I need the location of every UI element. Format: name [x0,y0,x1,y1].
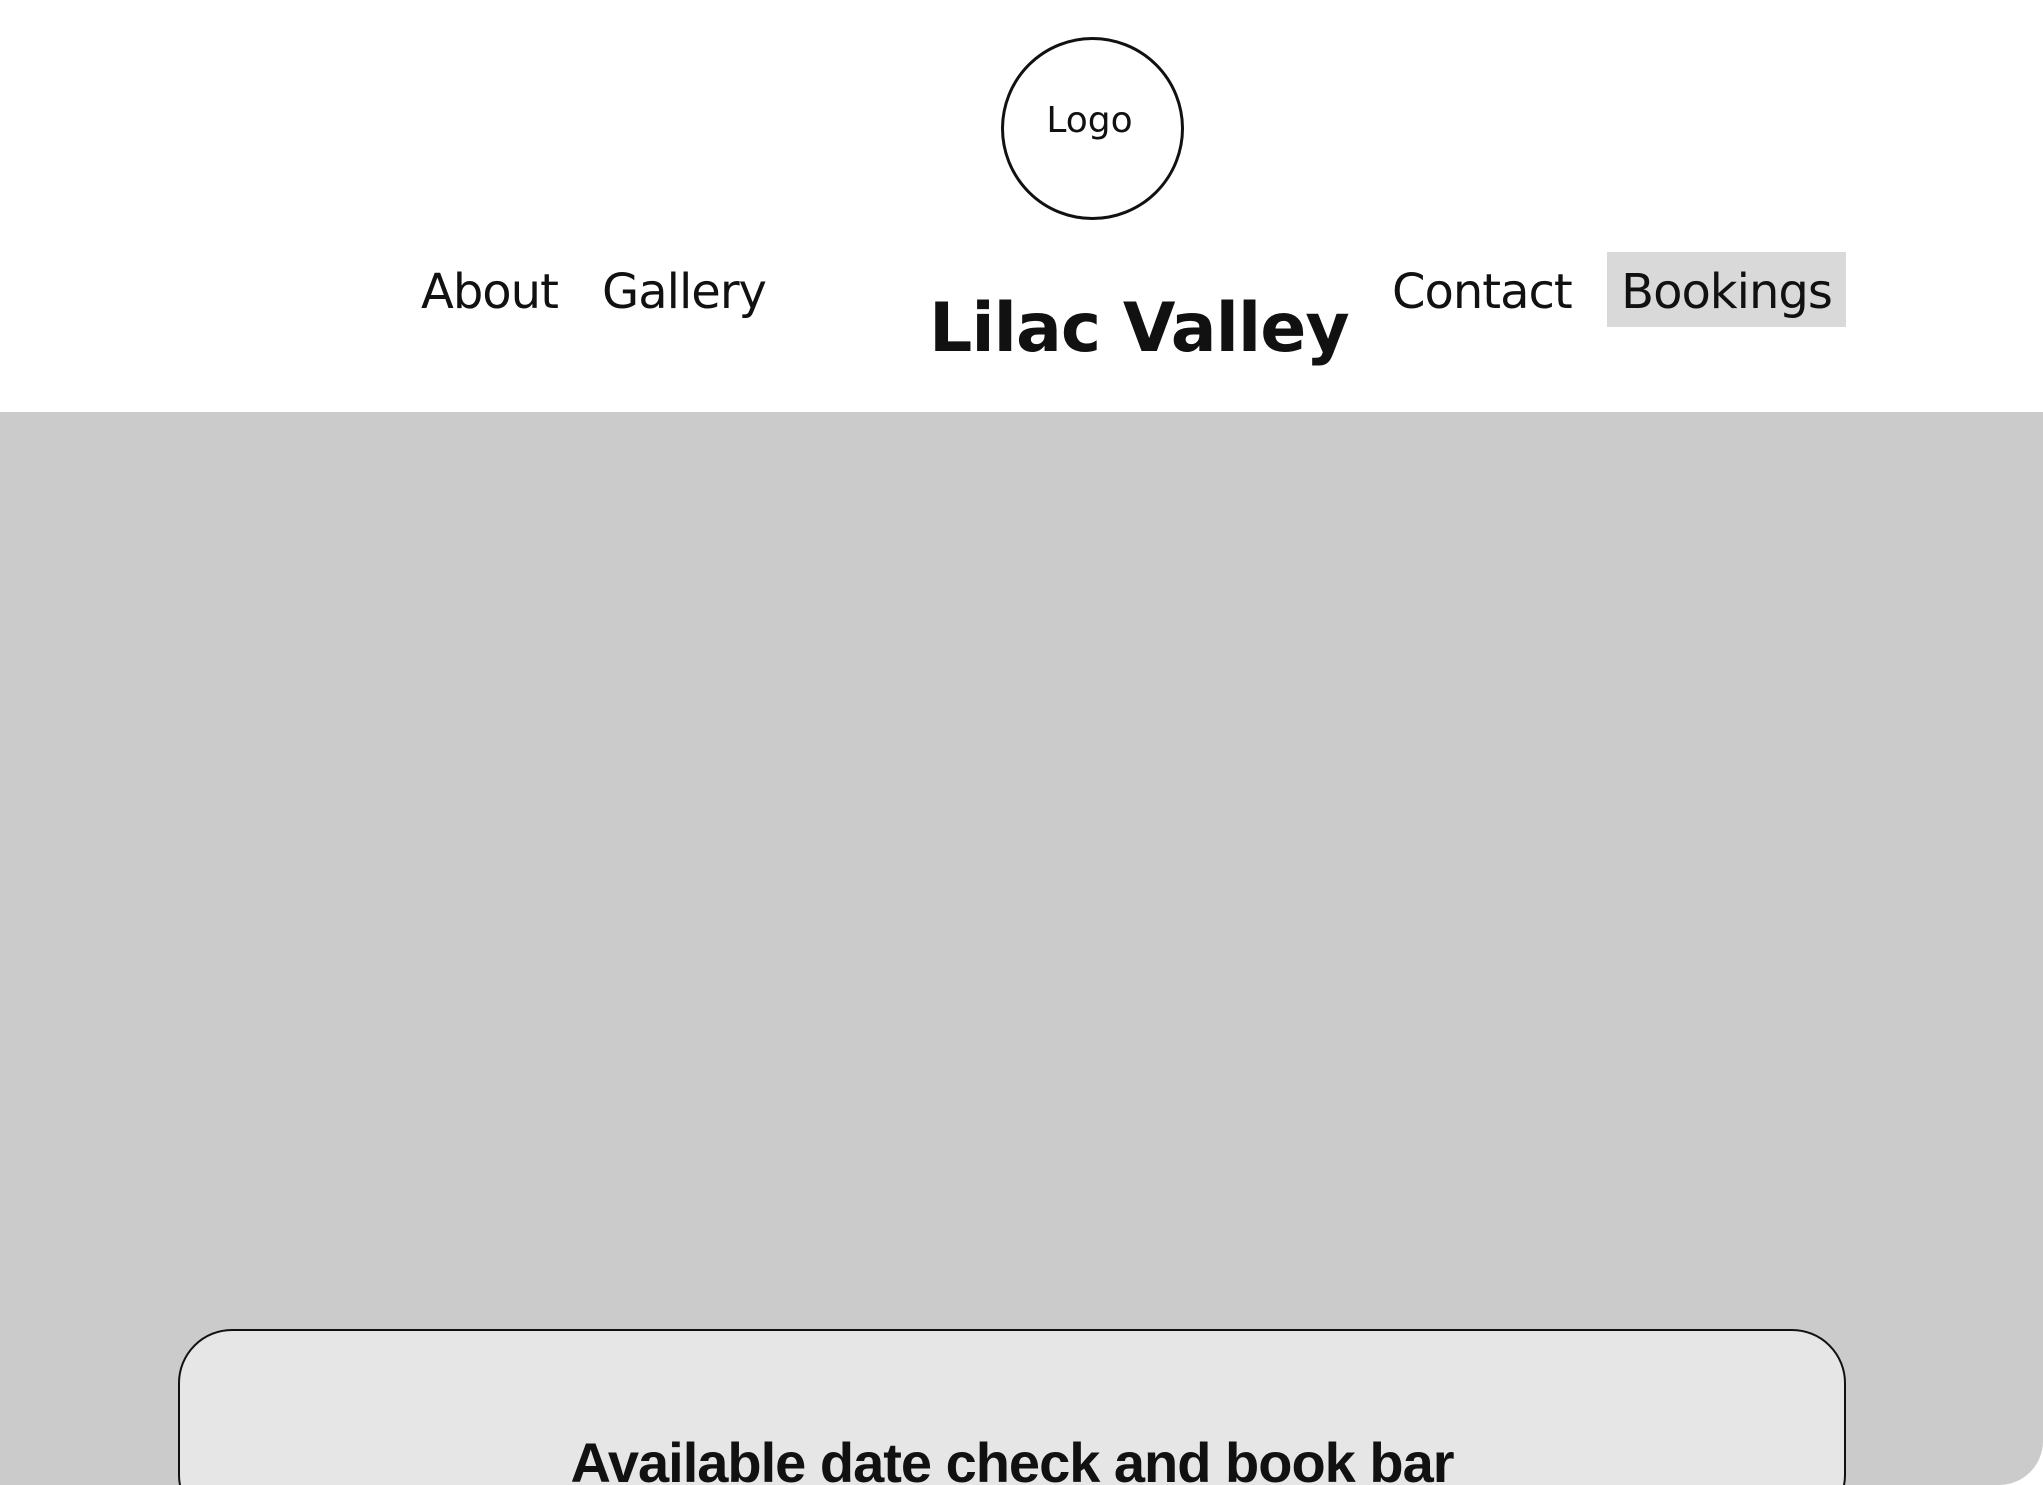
nav-link-bookings[interactable]: Bookings [1607,252,1846,327]
booking-bar-label: Available date check and book bar [570,1431,1454,1485]
booking-bar[interactable]: Available date check and book bar [178,1329,1846,1485]
logo-text: Logo [1046,99,1133,141]
site-header: Logo About Gallery Lilac Valley Contact … [0,0,2043,412]
nav-link-gallery[interactable]: Gallery [602,268,767,316]
nav-link-about[interactable]: About [421,268,559,316]
nav-bookings-label: Bookings [1621,263,1833,320]
nav-link-contact[interactable]: Contact [1392,268,1573,316]
landing-page: Logo About Gallery Lilac Valley Contact … [0,0,2043,1485]
site-title: Lilac Valley [929,288,1350,368]
logo[interactable]: Logo [1001,37,1184,220]
hero-banner [0,412,2043,1485]
